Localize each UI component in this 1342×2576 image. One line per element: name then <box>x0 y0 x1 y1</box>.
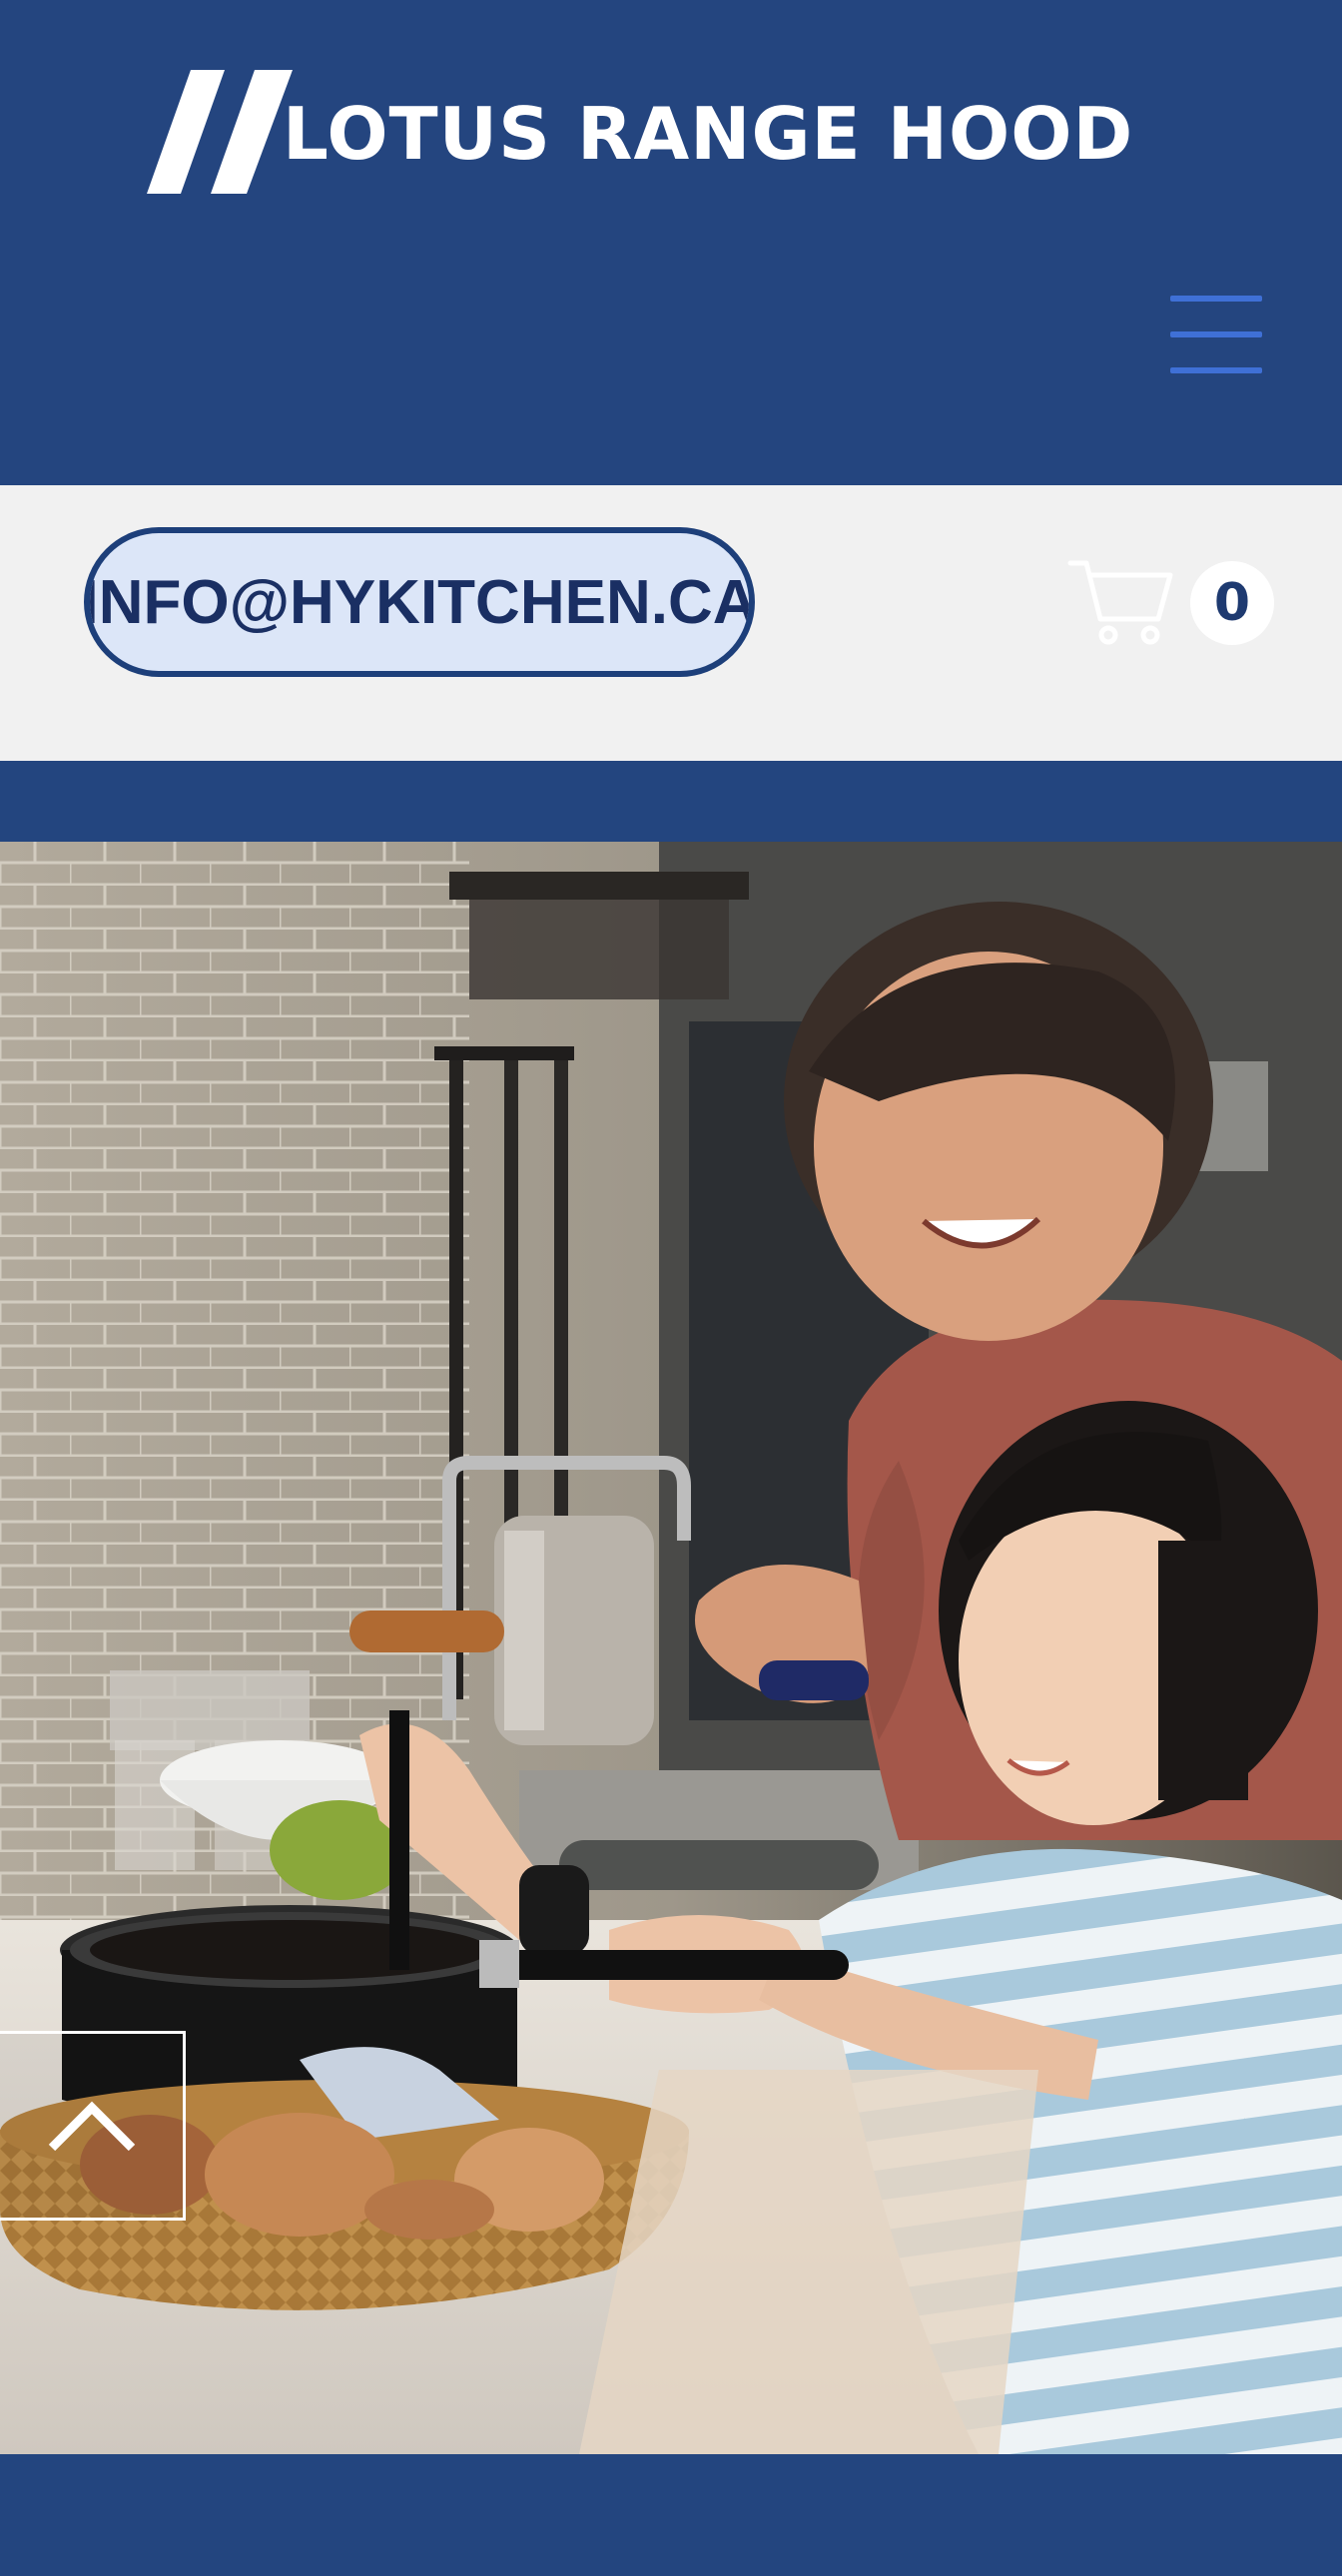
hero-image <box>0 842 1342 2454</box>
hamburger-menu-icon[interactable] <box>1166 294 1262 381</box>
shopping-cart-icon[interactable] <box>1066 557 1176 647</box>
scroll-to-top-button[interactable] <box>0 2031 186 2221</box>
cart-count-badge[interactable]: 0 <box>1190 561 1274 645</box>
site-header: LOTUS RANGE HOOD <box>0 0 1342 485</box>
email-link-button[interactable]: INFO@HYKITCHEN.CA <box>84 527 755 677</box>
hero-photo-illustration <box>0 842 1342 2454</box>
site-logo[interactable]: LOTUS RANGE HOOD <box>147 68 1195 196</box>
double-slash-logo-icon <box>147 70 293 194</box>
menu-line <box>1170 296 1262 302</box>
menu-line <box>1170 367 1262 373</box>
menu-line <box>1170 331 1262 337</box>
chevron-up-icon <box>48 2101 136 2152</box>
brand-name: LOTUS RANGE HOOD <box>283 92 1134 176</box>
email-address: INFO@HYKITCHEN.CA <box>84 567 755 637</box>
